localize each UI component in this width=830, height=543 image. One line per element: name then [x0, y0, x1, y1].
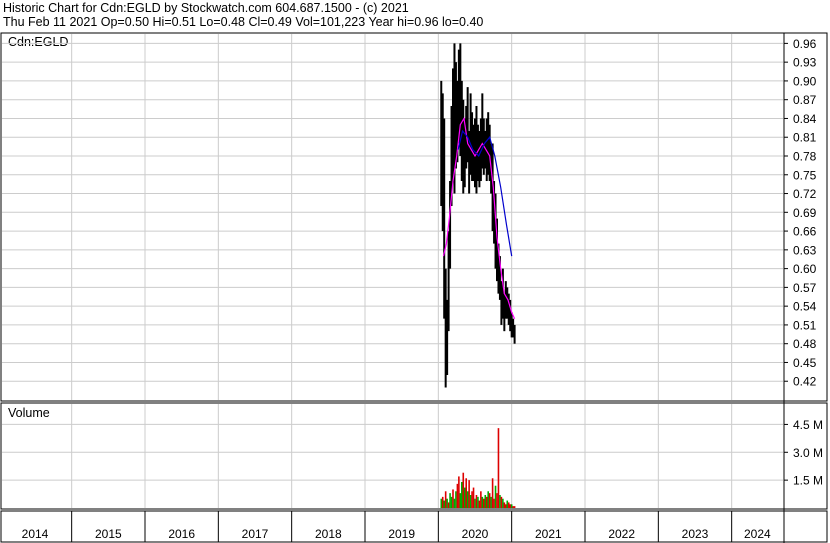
- price-tick-label: 0.48: [793, 337, 817, 351]
- year-tick-label: 2024: [744, 527, 771, 541]
- price-tick-label: 0.63: [793, 243, 817, 257]
- volume-tick-label: 3.0 M: [793, 446, 823, 460]
- volume-tick-label: 1.5 M: [793, 474, 823, 488]
- price-tick-label: 0.87: [793, 93, 817, 107]
- price-tick-label: 0.75: [793, 168, 817, 182]
- price-tick-label: 0.57: [793, 281, 817, 295]
- price-tick-label: 0.60: [793, 262, 817, 276]
- price-tick-label: 0.96: [793, 37, 817, 51]
- price-panel-frame: [0, 32, 828, 402]
- price-tick-label: 0.54: [793, 300, 817, 314]
- year-tick-label: 2018: [315, 527, 342, 541]
- axis-labels: 0.96 0.93 0.90 0.87 0.84 0.81 0.78 0.75 0.72 0.69…: [22, 37, 823, 541]
- price-tick-label: 0.81: [793, 131, 817, 145]
- year-tick-label: 2019: [388, 527, 415, 541]
- price-tick-label: 0.78: [793, 150, 817, 164]
- volume-tick-label: 4.5 M: [793, 418, 823, 432]
- year-tick-label: 2015: [95, 527, 122, 541]
- price-tick-label: 0.93: [793, 56, 817, 70]
- price-tick-label: 0.72: [793, 187, 817, 201]
- year-tick-label: 2017: [242, 527, 269, 541]
- price-bars: [440, 43, 516, 388]
- year-tick-label: 2014: [22, 527, 49, 541]
- grid: [2, 34, 788, 542]
- price-tick-label: 0.69: [793, 206, 817, 220]
- year-tick-label: 2020: [462, 527, 489, 541]
- price-tick-label: 0.84: [793, 112, 817, 126]
- year-tick-label: 2023: [682, 527, 709, 541]
- price-tick-label: 0.45: [793, 356, 817, 370]
- price-tick-label: 0.42: [793, 375, 817, 389]
- price-tick-label: 0.90: [793, 74, 817, 88]
- volume-panel-title: Volume: [8, 406, 50, 420]
- year-tick-label: 2021: [535, 527, 562, 541]
- year-tick-label: 2016: [168, 527, 195, 541]
- year-tick-label: 2022: [608, 527, 635, 541]
- price-panel-title: Cdn:EGLD: [8, 35, 68, 49]
- stock-chart: Cdn:EGLD Volume 0.96 0.93 0.90 0.87 0.84 0.81…: [0, 32, 828, 543]
- volume-panel-frame: [0, 402, 828, 510]
- volume-bars: [440, 428, 516, 508]
- price-tick-label: 0.66: [793, 225, 817, 239]
- price-tick-label: 0.51: [793, 318, 817, 332]
